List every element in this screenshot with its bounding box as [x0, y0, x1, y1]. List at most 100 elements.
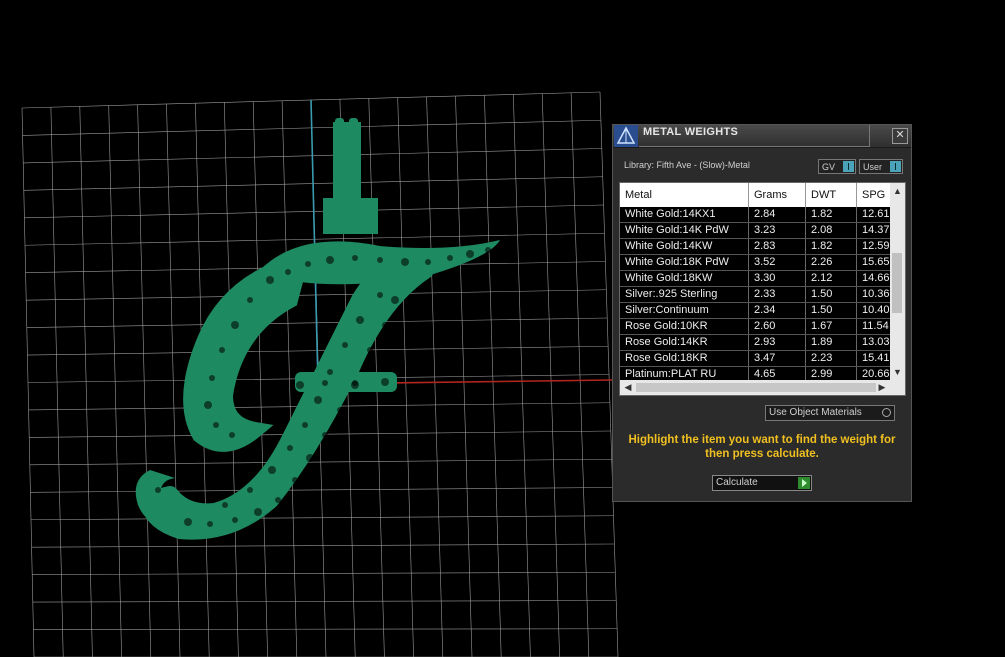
table-row[interactable]: Silver:.925 Sterling 2.33 1.50 10.36 — [620, 287, 897, 303]
calculate-label: Calculate — [716, 477, 758, 488]
toggle-knob-icon — [843, 161, 854, 172]
drill-hole — [352, 255, 358, 261]
radio-icon[interactable] — [882, 408, 891, 417]
drill-hole — [275, 497, 281, 503]
table-row[interactable]: White Gold:18K PdW 3.52 2.26 15.65 — [620, 255, 897, 271]
cell-dwt: 1.89 — [806, 335, 857, 350]
drill-hole — [425, 259, 431, 265]
drill-hole — [466, 250, 474, 258]
table-row[interactable]: White Gold:14K PdW 3.23 2.08 14.37 — [620, 223, 897, 239]
user-toggle[interactable]: User — [859, 159, 903, 174]
drill-hole — [322, 380, 328, 386]
cell-dwt: 2.23 — [806, 351, 857, 366]
cell-dwt: 2.08 — [806, 223, 857, 238]
drill-hole — [306, 454, 314, 462]
cell-dwt: 2.12 — [806, 271, 857, 286]
scroll-right-icon[interactable]: ▶ — [875, 380, 889, 395]
cell-metal: Silver:Continuum — [620, 303, 749, 318]
table-body: White Gold:14KX1 2.84 1.82 12.61 White Gold:… — [620, 207, 897, 383]
cell-grams: 2.60 — [749, 319, 806, 334]
column-header-metal[interactable]: Metal — [620, 183, 749, 207]
cell-grams: 2.34 — [749, 303, 806, 318]
scroll-down-icon[interactable]: ▼ — [890, 365, 905, 379]
cell-metal: White Gold:18KW — [620, 271, 749, 286]
play-arrow-icon[interactable] — [798, 477, 810, 489]
cell-dwt: 1.50 — [806, 287, 857, 302]
drill-hole — [204, 401, 212, 409]
drill-hole — [292, 477, 298, 483]
gv-toggle[interactable]: GV — [818, 159, 856, 174]
drill-hole — [209, 375, 215, 381]
cell-dwt: 1.50 — [806, 303, 857, 318]
cell-dwt: 2.26 — [806, 255, 857, 270]
drill-hole — [356, 316, 364, 324]
cell-dwt: 1.82 — [806, 207, 857, 222]
vertical-scrollbar[interactable]: ▲ ▼ — [890, 183, 905, 380]
table-row[interactable]: Rose Gold:10KR 2.60 1.67 11.54 — [620, 319, 897, 335]
panel-title: METAL WEIGHTS — [643, 126, 739, 138]
drill-hole — [268, 466, 276, 474]
drill-hole — [207, 521, 213, 527]
drill-hole — [285, 269, 291, 275]
drill-hole — [367, 347, 373, 353]
horizontal-scroll-thumb[interactable] — [636, 383, 876, 392]
table-header: Metal Grams DWT SPG — [620, 183, 890, 207]
scroll-left-icon[interactable]: ◀ — [621, 380, 635, 395]
bail-post — [333, 122, 361, 206]
cell-metal: Rose Gold:10KR — [620, 319, 749, 334]
user-toggle-label: User — [863, 162, 883, 172]
drill-hole — [229, 432, 235, 438]
vertical-scroll-thumb[interactable] — [892, 253, 902, 313]
use-object-materials-option[interactable]: Use Object Materials — [765, 405, 895, 421]
drill-hole — [184, 518, 192, 526]
horizontal-scrollbar[interactable]: ◀ ▶ — [620, 380, 905, 395]
cell-dwt: 1.67 — [806, 319, 857, 334]
drill-hole — [377, 257, 383, 263]
panel-titlebar[interactable]: METAL WEIGHTS ✕ — [613, 125, 911, 148]
letter-f-pendant-model[interactable] — [135, 118, 500, 540]
column-header-dwt[interactable]: DWT — [806, 183, 857, 207]
table-row[interactable]: White Gold:14KW 2.83 1.82 12.59 — [620, 239, 897, 255]
table-row[interactable]: White Gold:14KX1 2.84 1.82 12.61 — [620, 207, 897, 223]
bail-base — [323, 198, 378, 234]
drill-hole — [219, 347, 225, 353]
drill-hole — [382, 322, 388, 328]
bail-prong — [349, 118, 358, 132]
drill-hole — [266, 276, 274, 284]
cell-grams: 2.83 — [749, 239, 806, 254]
cell-metal: Silver:.925 Sterling — [620, 287, 749, 302]
table-row[interactable]: Silver:Continuum 2.34 1.50 10.40 — [620, 303, 897, 319]
table-row[interactable]: Rose Gold:14KR 2.93 1.89 13.03 — [620, 335, 897, 351]
cell-metal: White Gold:14KW — [620, 239, 749, 254]
drill-hole — [391, 296, 399, 304]
cell-metal: Rose Gold:14KR — [620, 335, 749, 350]
cell-metal: White Gold:18K PdW — [620, 255, 749, 270]
cell-grams: 3.23 — [749, 223, 806, 238]
table-row[interactable]: White Gold:18KW 3.30 2.12 14.66 — [620, 271, 897, 287]
app-logo-icon — [614, 125, 638, 147]
drill-hole — [287, 445, 293, 451]
cell-metal: White Gold:14K PdW — [620, 223, 749, 238]
library-label: Library: Fifth Ave - (Slow)-Metal — [624, 160, 750, 170]
cell-grams: 2.84 — [749, 207, 806, 222]
bail-prong — [335, 118, 344, 132]
cell-metal: Rose Gold:18KR — [620, 351, 749, 366]
instruction-text: Highlight the item you want to find the … — [628, 434, 896, 460]
drill-hole — [337, 407, 343, 413]
cell-dwt: 1.82 — [806, 239, 857, 254]
use-object-materials-label: Use Object Materials — [769, 407, 862, 418]
cell-grams: 3.30 — [749, 271, 806, 286]
drill-hole — [326, 256, 334, 264]
close-button[interactable]: ✕ — [892, 128, 908, 144]
drill-hole — [155, 487, 161, 493]
table-row[interactable]: Rose Gold:18KR 3.47 2.23 15.41 — [620, 351, 897, 367]
column-header-grams[interactable]: Grams — [749, 183, 806, 207]
drill-hole — [296, 381, 304, 389]
drill-hole — [302, 422, 308, 428]
cell-grams: 3.47 — [749, 351, 806, 366]
scroll-up-icon[interactable]: ▲ — [890, 184, 905, 198]
drill-hole — [231, 321, 239, 329]
metal-table: Metal Grams DWT SPG White Gold:14KX1 2.84… — [619, 182, 906, 396]
calculate-button[interactable]: Calculate — [712, 475, 812, 491]
drill-hole — [327, 369, 333, 375]
